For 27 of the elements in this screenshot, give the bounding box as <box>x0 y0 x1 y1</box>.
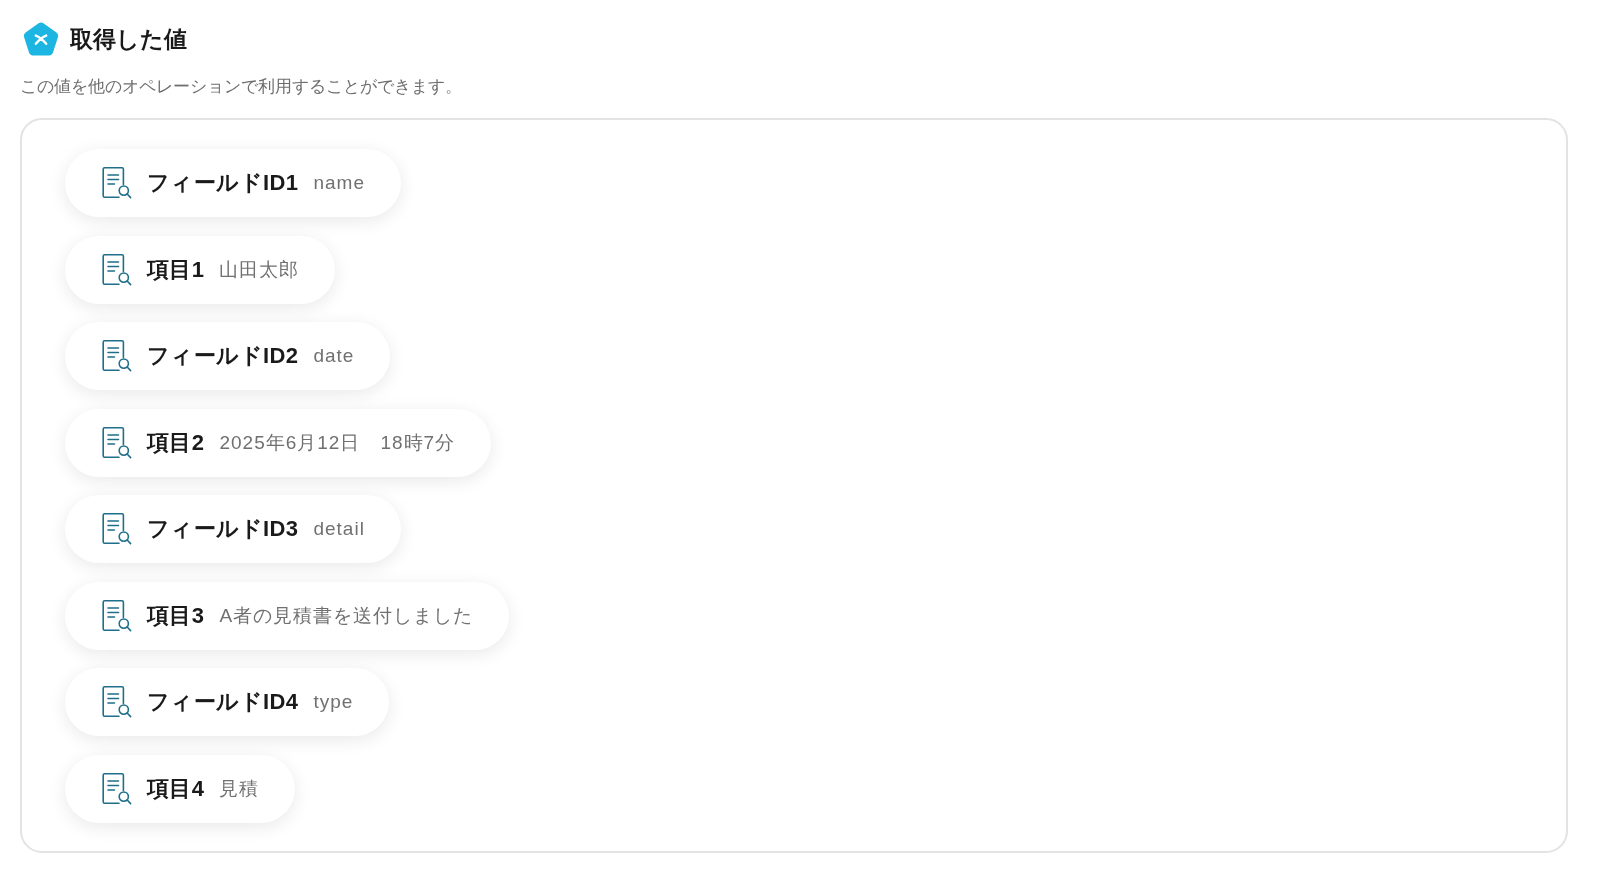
field-value: 見積 <box>219 776 260 801</box>
section-title: 取得した値 <box>70 25 187 54</box>
document-search-icon <box>102 340 132 372</box>
document-search-icon <box>102 426 132 459</box>
field-value: 2025年6月12日 18時7分 <box>219 430 456 455</box>
field-value: type <box>313 691 354 713</box>
field-value: date <box>313 345 355 367</box>
field-label: 項目1 <box>147 255 205 284</box>
field-label: 項目3 <box>147 601 205 630</box>
section-description: この値を他のオペレーションで利用することができます。 <box>20 76 462 98</box>
document-search-icon <box>102 686 132 718</box>
pentagon-logo-icon <box>23 22 59 57</box>
document-search-icon <box>102 513 132 545</box>
field-label: フィールドID4 <box>147 688 299 716</box>
field-label: 項目4 <box>147 774 205 803</box>
document-search-icon <box>102 772 132 805</box>
field-label: フィールドID2 <box>147 342 299 370</box>
field-value: 山田太郎 <box>219 257 300 282</box>
field-label: 項目2 <box>147 428 205 457</box>
document-search-icon <box>102 167 132 199</box>
field-label: フィールドID3 <box>147 515 299 543</box>
document-search-icon <box>102 599 132 632</box>
document-search-icon <box>102 253 132 286</box>
field-value: name <box>313 172 365 194</box>
field-label: フィールドID1 <box>147 169 299 197</box>
field-value: detail <box>313 518 365 540</box>
field-value: A者の見積書を送付しました <box>219 603 474 628</box>
